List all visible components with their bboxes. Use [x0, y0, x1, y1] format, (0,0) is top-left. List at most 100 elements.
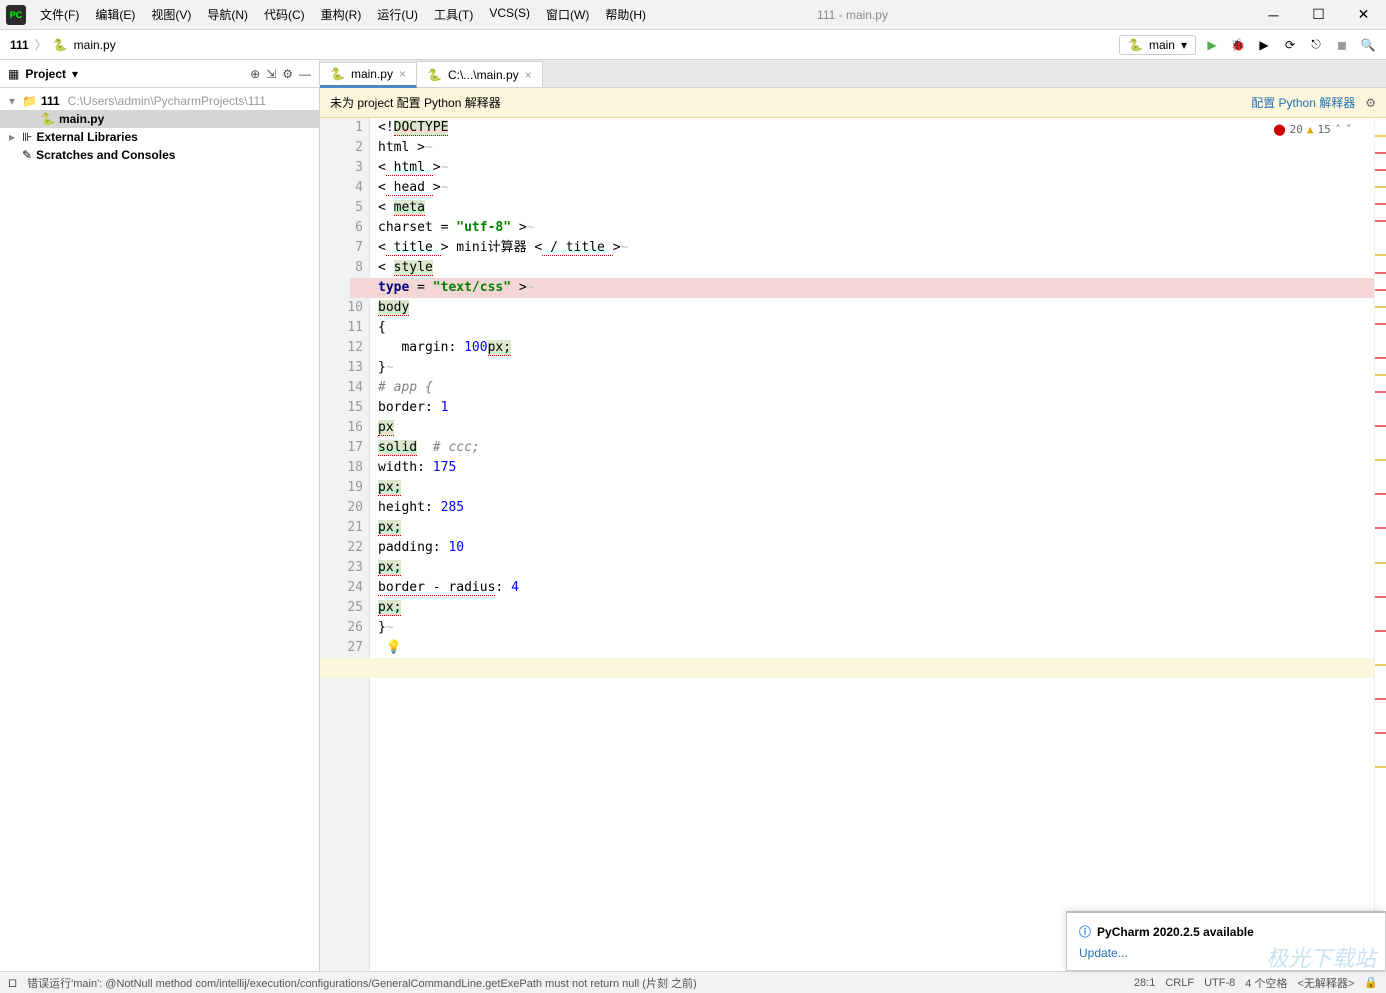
- stripe-mark[interactable]: [1375, 596, 1386, 598]
- code-line[interactable]: # app {: [378, 378, 1374, 398]
- stripe-mark[interactable]: [1375, 152, 1386, 154]
- line-number[interactable]: 13: [320, 358, 363, 378]
- menu-refactor[interactable]: 重构(R): [313, 2, 370, 27]
- stripe-mark[interactable]: [1375, 664, 1386, 666]
- stripe-mark[interactable]: [1375, 425, 1386, 427]
- line-number[interactable]: 27: [320, 638, 363, 658]
- menu-run[interactable]: 运行(U): [369, 2, 426, 27]
- stripe-mark[interactable]: [1375, 698, 1386, 700]
- attach-button[interactable]: ⎋: [1308, 37, 1324, 52]
- line-separator[interactable]: CRLF: [1165, 977, 1194, 989]
- stripe-mark[interactable]: [1375, 391, 1386, 393]
- stripe-mark[interactable]: [1375, 289, 1386, 291]
- code-line[interactable]: }~: [378, 618, 1374, 638]
- line-number[interactable]: 24: [320, 578, 363, 598]
- inspections-lens[interactable]: ⬤ 20 ▲ 15 ˆ ˇ: [1273, 120, 1352, 140]
- line-number[interactable]: 8: [320, 258, 363, 278]
- stripe-mark[interactable]: [1375, 323, 1386, 325]
- lock-icon[interactable]: 🔒: [1364, 976, 1378, 989]
- line-number[interactable]: 7: [320, 238, 363, 258]
- debug-button[interactable]: 🐞: [1230, 38, 1246, 52]
- code-line[interactable]: body: [378, 298, 1374, 318]
- tree-item[interactable]: ▸⊪External Libraries: [0, 128, 319, 146]
- line-number[interactable]: 25: [320, 598, 363, 618]
- line-number[interactable]: 20: [320, 498, 363, 518]
- stripe-mark[interactable]: [1375, 135, 1386, 137]
- code-editor[interactable]: 1234567891011121314151617181920212223242…: [320, 118, 1386, 971]
- stripe-mark[interactable]: [1375, 374, 1386, 376]
- search-everywhere-icon[interactable]: 🔍: [1360, 38, 1376, 52]
- indent-setting[interactable]: 4 个空格: [1245, 975, 1287, 991]
- code-line[interactable]: px: [378, 418, 1374, 438]
- line-number[interactable]: 18: [320, 458, 363, 478]
- code-line[interactable]: [320, 658, 1386, 678]
- tree-item[interactable]: 🐍main.py: [0, 110, 319, 128]
- code-line[interactable]: type = "text/css" >~: [350, 278, 1386, 298]
- coverage-button[interactable]: ▶: [1256, 38, 1272, 52]
- chevron-up-icon[interactable]: ˆ: [1335, 120, 1342, 140]
- stripe-mark[interactable]: [1375, 562, 1386, 564]
- menu-nav[interactable]: 导航(N): [199, 2, 256, 27]
- code-line[interactable]: height: 285: [378, 498, 1374, 518]
- code-line[interactable]: charset = "utf-8" >~: [378, 218, 1374, 238]
- update-link[interactable]: Update...: [1079, 946, 1373, 960]
- line-number-gutter[interactable]: 1234567891011121314151617181920212223242…: [320, 118, 370, 971]
- stripe-mark[interactable]: [1375, 220, 1386, 222]
- stripe-mark[interactable]: [1375, 186, 1386, 188]
- code-line[interactable]: 💡: [378, 638, 1374, 658]
- expand-icon[interactable]: ⇲: [266, 67, 276, 81]
- run-config-selector[interactable]: 🐍 main ▾: [1119, 35, 1196, 55]
- code-line[interactable]: solid # ccc;: [378, 438, 1374, 458]
- error-stripe[interactable]: [1374, 118, 1386, 971]
- code-line[interactable]: margin: 100px;: [378, 338, 1374, 358]
- line-number[interactable]: 26: [320, 618, 363, 638]
- stripe-mark[interactable]: [1375, 732, 1386, 734]
- code-line[interactable]: < head >~: [378, 178, 1374, 198]
- code-line[interactable]: width: 175: [378, 458, 1374, 478]
- caret-position[interactable]: 28:1: [1134, 977, 1155, 989]
- line-number[interactable]: 19: [320, 478, 363, 498]
- menu-code[interactable]: 代码(C): [256, 2, 313, 27]
- line-number[interactable]: 21: [320, 518, 363, 538]
- code-line[interactable]: < meta: [378, 198, 1374, 218]
- project-tool-title[interactable]: Project: [25, 67, 66, 81]
- code-line[interactable]: < html >~: [378, 158, 1374, 178]
- stripe-mark[interactable]: [1375, 766, 1386, 768]
- menu-view[interactable]: 视图(V): [143, 2, 199, 27]
- stripe-mark[interactable]: [1375, 306, 1386, 308]
- code-line[interactable]: < style: [378, 258, 1374, 278]
- run-button[interactable]: ▶: [1204, 38, 1220, 52]
- profile-button[interactable]: ⟳: [1282, 38, 1298, 52]
- file-encoding[interactable]: UTF-8: [1204, 977, 1235, 989]
- menu-file[interactable]: 文件(F): [32, 2, 87, 27]
- line-number[interactable]: 16: [320, 418, 363, 438]
- line-number[interactable]: 22: [320, 538, 363, 558]
- code-content[interactable]: ⬤ 20 ▲ 15 ˆ ˇ <!DOCTYPEhtml >~< html >~<…: [370, 118, 1374, 971]
- code-line[interactable]: padding: 10: [378, 538, 1374, 558]
- stripe-mark[interactable]: [1375, 493, 1386, 495]
- close-tab-icon[interactable]: ×: [399, 67, 406, 81]
- menu-edit[interactable]: 编辑(E): [87, 2, 143, 27]
- interpreter-status[interactable]: <无解释器>: [1297, 975, 1354, 991]
- stripe-mark[interactable]: [1375, 203, 1386, 205]
- line-number[interactable]: 11: [320, 318, 363, 338]
- tree-item[interactable]: ▾📁111C:\Users\admin\PycharmProjects\111: [0, 92, 319, 110]
- code-line[interactable]: }~: [378, 358, 1374, 378]
- line-number[interactable]: 5: [320, 198, 363, 218]
- minimize-button[interactable]: ─: [1251, 0, 1296, 30]
- line-number[interactable]: 17: [320, 438, 363, 458]
- line-number[interactable]: 1: [320, 118, 363, 138]
- line-number[interactable]: 23: [320, 558, 363, 578]
- editor-tab[interactable]: 🐍main.py×: [320, 62, 417, 88]
- code-line[interactable]: border: 1: [378, 398, 1374, 418]
- breadcrumb-project[interactable]: 111: [10, 38, 29, 52]
- line-number[interactable]: 12: [320, 338, 363, 358]
- stripe-mark[interactable]: [1375, 272, 1386, 274]
- line-number[interactable]: 15: [320, 398, 363, 418]
- code-line[interactable]: px;: [378, 598, 1374, 618]
- line-number[interactable]: 4: [320, 178, 363, 198]
- editor-tab[interactable]: 🐍C:\...\main.py×: [417, 61, 543, 87]
- gear-icon[interactable]: ⚙: [1365, 96, 1376, 110]
- chevron-down-icon[interactable]: ˇ: [1345, 120, 1352, 140]
- line-number[interactable]: 14: [320, 378, 363, 398]
